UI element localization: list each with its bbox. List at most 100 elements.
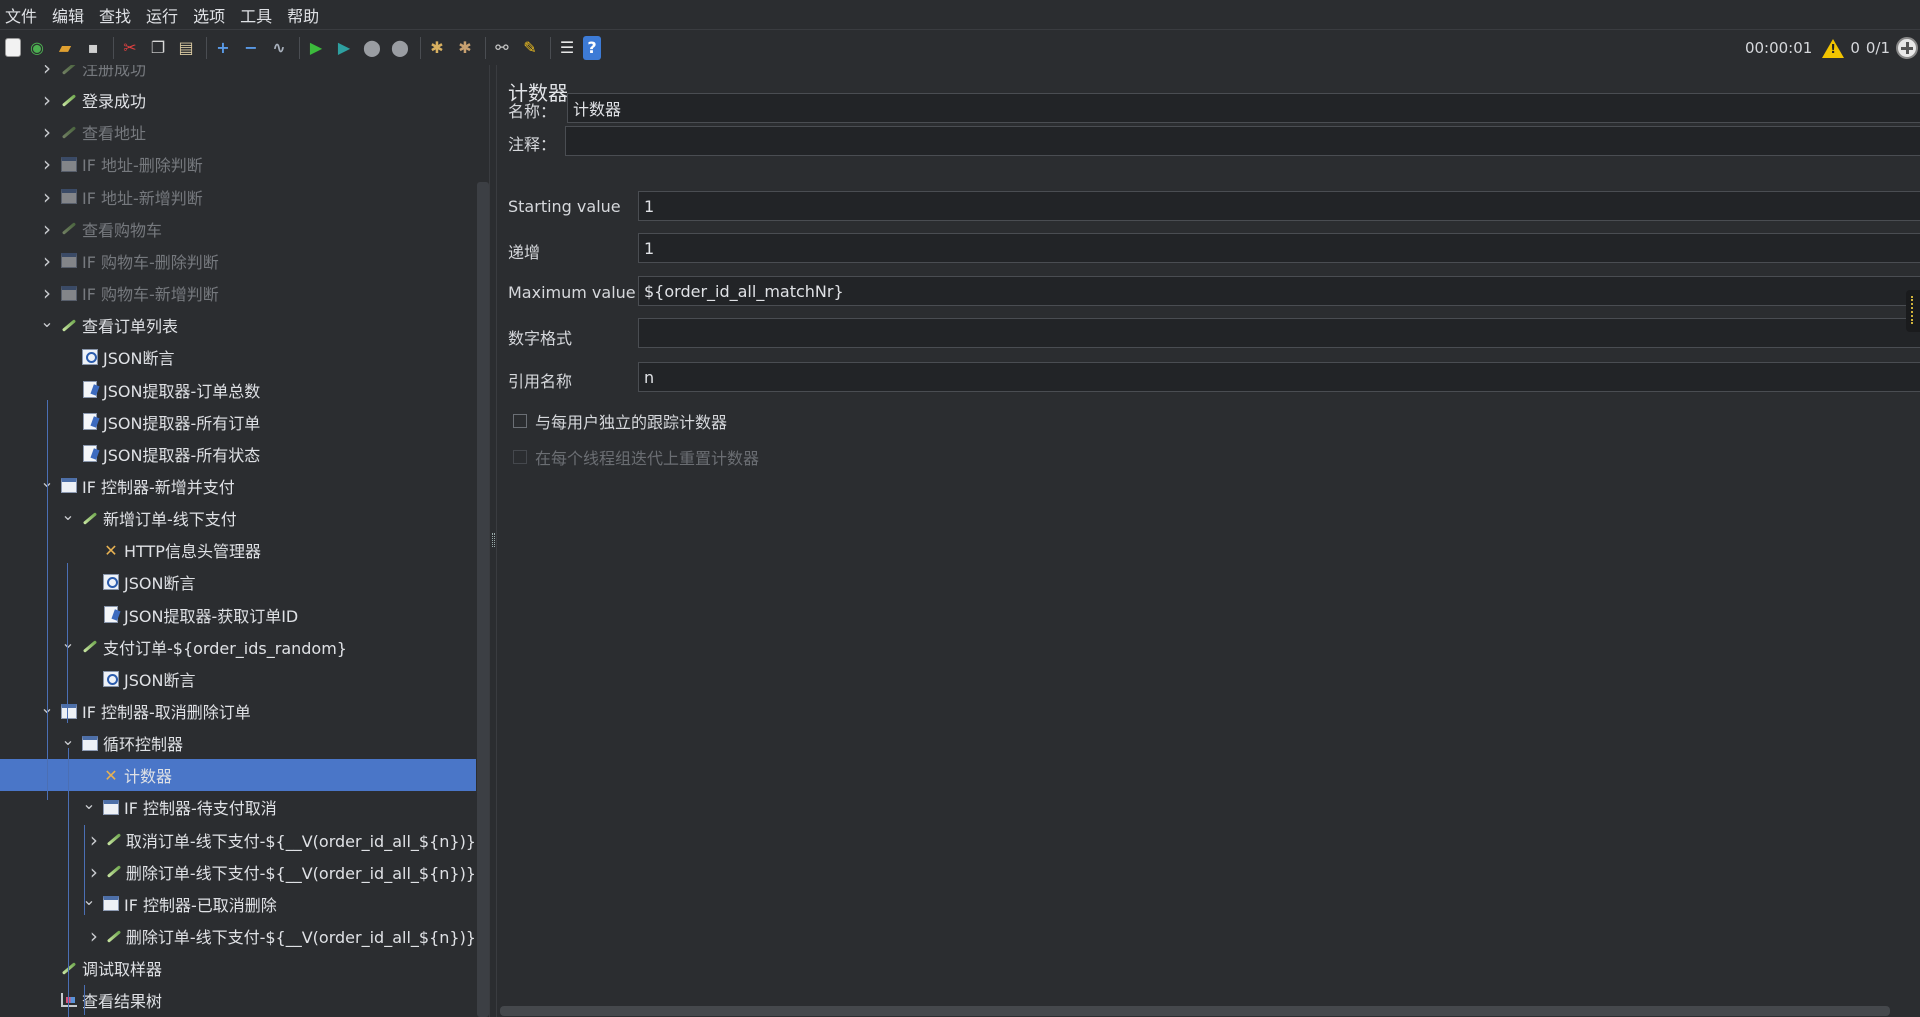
tree-node[interactable]: JSON提取器-所有订单 <box>0 406 476 438</box>
menu-item[interactable]: 文件 <box>0 3 45 27</box>
expand-arrow-icon[interactable]: › <box>40 65 54 80</box>
test-plan-tree[interactable]: › 注册成功 › 登录成功 › 查看地址 › IF 地址-删除判断 › IF 地址-新增判断 › 查看… <box>0 65 476 1017</box>
tree-node-label: IF 地址-删除判断 <box>82 156 203 176</box>
tree-node[interactable]: › 取消订单-线下支付-${__V(order_id_all_${n})} <box>0 824 476 856</box>
menu-item[interactable]: 运行 <box>141 3 186 27</box>
tree-node[interactable]: ⌄ 查看订单列表 <box>0 309 476 341</box>
search-icon[interactable]: ⚯ <box>490 36 514 60</box>
expand-arrow-icon[interactable]: › <box>40 120 54 144</box>
per-user-counter-option[interactable]: 与每用户独立的跟踪计数器 <box>513 409 727 433</box>
tree-node[interactable]: JSON断言 <box>0 341 476 373</box>
reset-search-icon[interactable]: ✎ <box>518 36 542 60</box>
tree-node[interactable]: ⌄IF 控制器-取消删除订单 <box>0 695 476 727</box>
tree-node[interactable]: › IF 地址-新增判断 <box>0 181 476 213</box>
paste-icon[interactable]: ▤ <box>174 36 198 60</box>
templates-icon[interactable]: ◉ <box>25 36 49 60</box>
tree-node[interactable]: › IF 地址-删除判断 <box>0 148 476 180</box>
maximum-value-field[interactable] <box>638 276 1920 306</box>
name-field[interactable] <box>567 93 1920 123</box>
tree-node[interactable]: 调试取样器 <box>0 952 476 984</box>
menu-item[interactable]: 选项 <box>188 3 233 27</box>
starting-value-field[interactable] <box>638 191 1920 221</box>
expand-arrow-icon[interactable]: › <box>88 924 100 948</box>
menu-item[interactable]: 查找 <box>94 3 139 27</box>
expand-arrow-icon[interactable]: › <box>88 860 100 884</box>
toggle-icon[interactable]: ∿ <box>267 36 291 60</box>
sampler-icon <box>106 831 122 849</box>
splitter-grip[interactable] <box>492 533 495 547</box>
expand-arrow-icon[interactable]: › <box>40 185 54 209</box>
tree-node[interactable]: JSON提取器-获取订单ID <box>0 599 476 631</box>
controller-icon <box>60 252 78 270</box>
tree-node[interactable]: ⌄ 支付订单-${order_ids_random} <box>0 631 476 663</box>
tree-node[interactable]: JSON提取器-订单总数 <box>0 374 476 406</box>
per-user-checkbox[interactable] <box>513 414 527 428</box>
expand-arrow-icon[interactable]: › <box>40 88 54 112</box>
tree-node[interactable]: › IF 购物车-新增判断 <box>0 277 476 309</box>
tree-node[interactable]: ⌄ IF 控制器-待支付取消 <box>0 791 476 823</box>
tree-node[interactable]: › 查看购物车 <box>0 213 476 245</box>
tree-node[interactable]: › 删除订单-线下支付-${__V(order_id_all_${n})} <box>0 856 476 888</box>
copy-icon[interactable]: ❐ <box>146 36 170 60</box>
tree-node[interactable]: JSON断言 <box>0 566 476 598</box>
tree-node[interactable]: › 注册成功 <box>0 65 476 84</box>
save-icon[interactable]: ▪ <box>81 36 105 60</box>
shutdown-icon[interactable]: ⬤ <box>388 36 412 60</box>
menu-item[interactable]: 工具 <box>235 3 280 27</box>
expand-icon[interactable]: + <box>211 36 235 60</box>
tree-node[interactable]: ⌄ 循环控制器 <box>0 727 476 759</box>
expand-arrow-icon[interactable]: › <box>40 249 54 273</box>
start-no-pauses-icon[interactable]: ▶ <box>332 36 356 60</box>
menu-item[interactable]: 编辑 <box>47 3 92 27</box>
collapse-arrow-icon[interactable]: ⌄ <box>61 730 75 749</box>
start-icon[interactable]: ▶ <box>304 36 328 60</box>
comment-label: 注释： <box>508 135 557 154</box>
clear-icon[interactable]: ✱ <box>425 36 449 60</box>
tree-node[interactable]: › 删除订单-线下支付-${__V(order_id_all_${n})} <box>0 920 476 952</box>
starting-value-label: Starting value <box>508 197 621 216</box>
reference-name-field[interactable] <box>638 362 1920 392</box>
tree-node[interactable]: › 登录成功 <box>0 84 476 116</box>
new-icon[interactable]: ▯ <box>5 38 21 57</box>
expand-arrow-icon[interactable]: › <box>40 152 54 176</box>
tree-node[interactable]: ⌄ 新增订单-线下支付 <box>0 502 476 534</box>
tree-node[interactable]: ⌄ IF 控制器-已取消删除 <box>0 888 476 920</box>
panel-horizontal-scrollbar[interactable] <box>500 1006 1890 1016</box>
comment-field[interactable] <box>565 126 1920 156</box>
help-icon[interactable]: ? <box>583 35 601 60</box>
tree-node[interactable]: › IF 购物车-删除判断 <box>0 245 476 277</box>
sampler-icon-shape <box>106 929 121 943</box>
stop-icon[interactable]: ⬤ <box>360 36 384 60</box>
remote-status-icon[interactable] <box>1896 37 1918 59</box>
collapse-arrow-icon[interactable]: ⌄ <box>61 633 75 652</box>
expand-arrow-icon[interactable]: › <box>40 217 54 241</box>
increment-field[interactable] <box>638 233 1920 263</box>
controller-icon <box>60 477 78 495</box>
clear-all-icon[interactable]: ✱ <box>453 36 477 60</box>
tree-node[interactable]: ⌄IF 控制器-新增并支付 <box>0 470 476 502</box>
toolbar-separator <box>206 36 207 59</box>
expand-arrow-icon[interactable]: › <box>40 281 54 305</box>
collapse-arrow-icon[interactable]: ⌄ <box>61 505 75 524</box>
open-icon[interactable]: ▰ <box>53 36 77 60</box>
tree-node[interactable]: › 查看地址 <box>0 116 476 148</box>
menu-bar: 文件 编辑 查找 运行 选项 工具 帮助 <box>0 0 1920 29</box>
arrow-placeholder <box>61 350 75 364</box>
menu-item[interactable]: 帮助 <box>282 3 327 27</box>
number-format-field[interactable] <box>638 318 1920 348</box>
expand-arrow-icon[interactable]: › <box>88 828 100 852</box>
panel-splitter[interactable] <box>489 65 497 1017</box>
collapse-arrow-icon[interactable]: ⌄ <box>40 312 54 331</box>
warning-icon[interactable] <box>1822 38 1845 58</box>
tree-node[interactable]: 查看结果树 <box>0 984 476 1016</box>
tree-node-selected[interactable]: ✕ 计数器 <box>0 759 476 792</box>
collapse-arrow-icon[interactable]: ⌄ <box>82 794 96 813</box>
function-helper-icon[interactable]: ☰ <box>555 36 579 60</box>
tree-node[interactable]: JSON断言 <box>0 663 476 695</box>
tree-scrollbar[interactable] <box>477 182 489 1017</box>
collapse-icon[interactable]: − <box>239 36 263 60</box>
tree-node[interactable]: JSON提取器-所有状态 <box>0 438 476 470</box>
cut-icon[interactable]: ✂ <box>118 36 142 60</box>
arrow-placeholder <box>82 543 96 557</box>
tree-node[interactable]: ✕ HTTP信息头管理器 <box>0 534 476 566</box>
